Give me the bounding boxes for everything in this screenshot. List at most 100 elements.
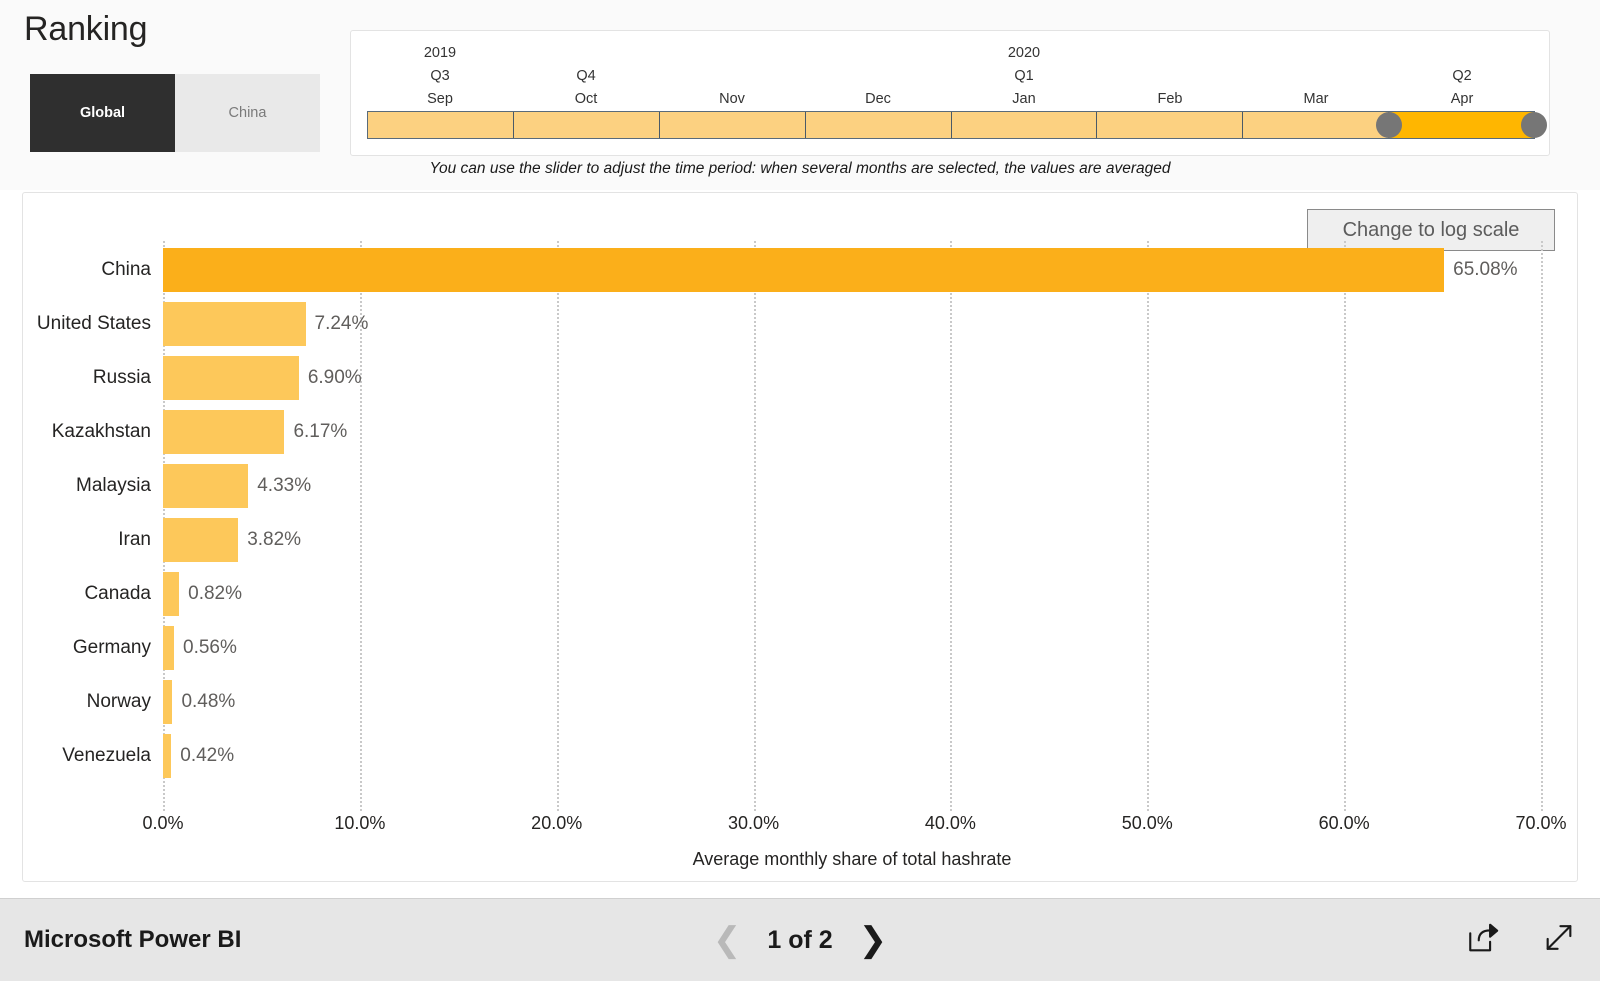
bar-row[interactable]: China 65.08% [101, 243, 1541, 297]
bar-row[interactable]: Norway 0.48% [87, 675, 1541, 729]
powerbi-report: Ranking Global China 2019 Q3 Sep Q4 Oct Nov… [0, 0, 1600, 981]
x-axis-tick: 20.0% [531, 813, 583, 833]
bar-rect[interactable] [163, 410, 285, 454]
bar-rect[interactable] [163, 626, 175, 670]
bar-category-label: Norway [86, 691, 151, 712]
bar-value-label: 65.08% [1453, 259, 1518, 280]
bar-rect[interactable] [163, 518, 239, 562]
bar-value-label: 3.82% [247, 529, 302, 550]
timeline-label-oct: Q4 Oct [513, 39, 659, 111]
gridline [1541, 241, 1543, 811]
timeline-label-dec: Dec [805, 39, 951, 111]
timeline-month-label: Sep [427, 91, 453, 107]
timeline-segment-mar[interactable] [1243, 112, 1390, 138]
timeline-quarter-label: Q2 [1452, 68, 1472, 84]
x-axis-tick: 10.0% [334, 813, 386, 833]
bar-value-label: 6.17% [293, 421, 348, 442]
bar-row[interactable]: United States 7.24% [37, 297, 1541, 351]
bar-row[interactable]: Venezuela 0.42% [62, 729, 1541, 783]
timeline-year-label: 2020 [1007, 45, 1041, 61]
timeline-label-sep: 2019 Q3 Sep [367, 39, 513, 111]
bar-row[interactable]: Iran 3.82% [118, 513, 1541, 567]
timeline-segment-sep[interactable] [368, 112, 514, 138]
timeline-segment-nov[interactable] [659, 112, 806, 138]
timeline-segment-apr[interactable] [1376, 112, 1547, 138]
scope-toggle-china[interactable]: China [175, 74, 320, 152]
bar-rect[interactable] [163, 464, 249, 508]
timeline-help-text: You can use the slider to adjust the tim… [429, 160, 1171, 177]
timeline-label-jan: 2020 Q1 Jan [951, 39, 1097, 111]
bar-rect[interactable] [163, 572, 180, 616]
x-axis-ticks: 0.0% 10.0% 20.0% 30.0% 40.0% 50.0% 60.0% 70.0% [142, 813, 1566, 847]
report-footer: Microsoft Power BI ❮ 1 of 2 ❯ [0, 898, 1600, 981]
timeline-segment-jan[interactable] [951, 112, 1098, 138]
scope-toggle-china-label: China [228, 105, 267, 121]
bar-value-label: 0.48% [181, 691, 236, 712]
bar-rect[interactable] [163, 302, 306, 346]
timeline-segment-dec[interactable] [805, 112, 952, 138]
bar-category-label: United States [36, 313, 151, 334]
scope-toggle-group[interactable]: Global China [30, 74, 320, 152]
bar-rect[interactable] [163, 734, 172, 778]
page-title: Ranking [24, 10, 148, 48]
timeline-month-label: Oct [574, 91, 598, 107]
bar-row[interactable]: Russia 6.90% [93, 351, 1541, 405]
bar-value-label: 0.56% [183, 637, 237, 658]
scope-toggle-global[interactable]: Global [30, 74, 175, 152]
x-axis-tick: 70.0% [1515, 813, 1567, 833]
ranking-chart-card: Change to log scale China 65.08% United St… [22, 192, 1578, 882]
bar-row[interactable]: Germany 0.56% [73, 621, 1541, 675]
bar-row[interactable]: Canada 0.82% [84, 567, 1541, 621]
timeline-axis-labels: 2019 Q3 Sep Q4 Oct Nov Dec 2020 Q1 Jan Feb Mar… [367, 39, 1535, 111]
chevron-right-icon[interactable]: ❯ [859, 923, 888, 957]
page-indicator: 1 of 2 [767, 925, 833, 954]
bar-category-label: Malaysia [76, 475, 151, 496]
bar-value-label: 4.33% [257, 475, 312, 496]
bar-category-label: Venezuela [62, 745, 151, 766]
bar-rect[interactable] [163, 248, 1445, 292]
bar-category-label: Canada [84, 583, 151, 604]
timeline-handle-start[interactable] [1376, 112, 1403, 138]
bar-row[interactable]: Kazakhstan 6.17% [52, 405, 1541, 459]
timeline-label-nov: Nov [659, 39, 805, 111]
chevron-left-icon[interactable]: ❮ [713, 923, 742, 957]
scope-toggle-global-label: Global [79, 105, 126, 121]
bar-value-label: 0.82% [188, 583, 243, 604]
share-icon[interactable] [1466, 921, 1500, 960]
timeline-month-label: Nov [719, 91, 745, 107]
bar-category-label: Germany [72, 637, 151, 658]
bar-row[interactable]: Malaysia 4.33% [76, 459, 1541, 513]
timeline-slider-card[interactable]: 2019 Q3 Sep Q4 Oct Nov Dec 2020 Q1 Jan Feb Mar… [350, 30, 1550, 156]
timeline-quarter-label: Q4 [576, 68, 596, 84]
x-axis-title: Average monthly share of total hashrate [692, 849, 1012, 869]
bar-category-label: Russia [92, 367, 151, 388]
bar-chart-plot: China 65.08% United States 7.24% Russia 6.90%… [23, 193, 1579, 883]
report-header: Ranking Global China 2019 Q3 Sep Q4 Oct Nov… [0, 0, 1600, 190]
timeline-year-label: 2019 [423, 45, 457, 61]
timeline-handle-end[interactable] [1521, 112, 1547, 138]
powerbi-brand: Microsoft Power BI [24, 926, 242, 953]
chart-bars: China 65.08% United States 7.24% Russia 6.90%… [37, 241, 1541, 811]
timeline-slider-track[interactable] [367, 111, 1547, 139]
timeline-quarter-label: Q3 [430, 68, 450, 84]
timeline-month-label: Mar [1303, 91, 1329, 107]
x-axis-tick: 30.0% [728, 813, 780, 833]
page-navigation: ❮ 1 of 2 ❯ [713, 923, 887, 957]
timeline-quarter-label: Q1 [1014, 68, 1034, 84]
timeline-month-label: Jan [1012, 91, 1036, 107]
bar-rect[interactable] [163, 680, 173, 724]
x-axis-tick: 50.0% [1121, 813, 1173, 833]
timeline-label-mar: Mar [1243, 39, 1389, 111]
bar-value-label: 0.42% [180, 745, 235, 766]
timeline-month-label: Feb [1157, 91, 1183, 107]
x-axis-tick: 0.0% [142, 813, 184, 833]
footer-actions [1466, 921, 1576, 960]
timeline-segment-feb[interactable] [1097, 112, 1244, 138]
bar-rect[interactable] [163, 356, 299, 400]
x-axis-tick: 40.0% [924, 813, 976, 833]
fullscreen-icon[interactable] [1542, 921, 1576, 960]
timeline-segment-oct[interactable] [513, 112, 660, 138]
x-axis-tick: 60.0% [1318, 813, 1370, 833]
timeline-label-apr: Q2 Apr [1389, 39, 1535, 111]
bar-category-label: Iran [118, 529, 151, 550]
